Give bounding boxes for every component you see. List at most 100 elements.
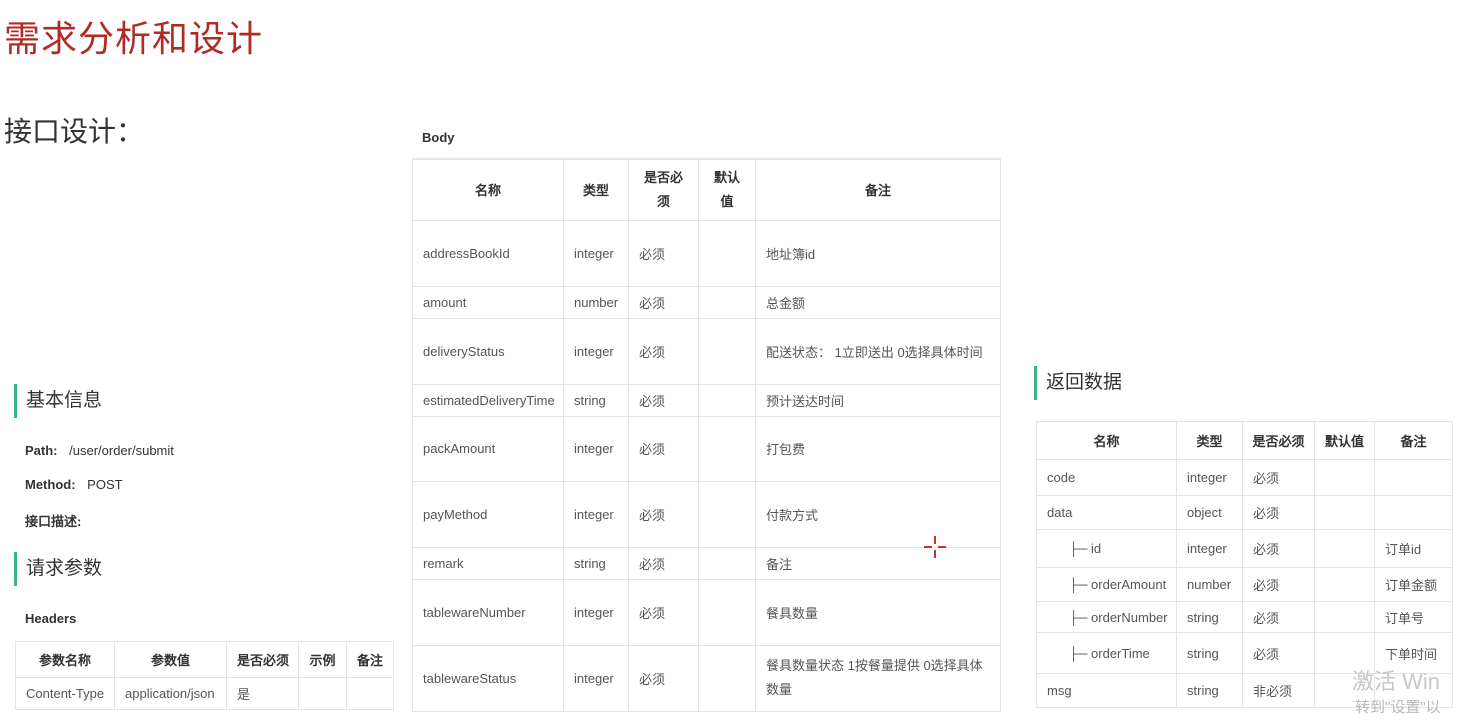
cell: integer (563, 480, 629, 548)
col-header: 参数值 (114, 641, 227, 678)
path-label: Path: (25, 443, 58, 458)
cell: 必须 (1242, 601, 1315, 633)
cell: integer (563, 317, 629, 385)
cell: tablewareNumber (412, 578, 564, 646)
cell: 必须 (1242, 529, 1315, 568)
col-header: 是否必须 (226, 641, 299, 678)
cell (1314, 529, 1375, 568)
table-row: ├─ orderNumber string 必须 订单号 (1036, 601, 1453, 633)
cell: 订单id (1374, 529, 1453, 568)
cell: 餐具数量状态 1按餐量提供 0选择具体数量 (755, 644, 1001, 712)
method-row: Method: POST (25, 477, 123, 492)
cell (698, 383, 756, 417)
cell: 餐具数量 (755, 578, 1001, 646)
cell: 必须 (628, 644, 699, 712)
body-table: 名称 类型 是否必须 默认值 备注 addressBookId integer 必须… (412, 158, 1001, 712)
cell: 必须 (628, 546, 699, 580)
table-row: amount number 必须 总金额 (412, 285, 1001, 319)
cell: 备注 (755, 546, 1001, 580)
cell (1314, 495, 1375, 530)
cell: 必须 (628, 578, 699, 646)
cell: ├─ orderTime (1036, 632, 1177, 674)
cell: amount (412, 285, 564, 319)
cell (1374, 459, 1453, 496)
cell: integer (563, 415, 629, 482)
cell (1314, 567, 1375, 602)
table-row: packAmount integer 必须 打包费 (412, 415, 1001, 482)
cell: string (563, 383, 629, 417)
cell: 预计送达时间 (755, 383, 1001, 417)
cell: 必须 (1242, 632, 1315, 674)
col-header: 名称 (412, 158, 564, 221)
col-header: 是否必须 (628, 158, 699, 221)
cell (698, 578, 756, 646)
table-row: ├─ orderAmount number 必须 订单金额 (1036, 567, 1453, 602)
cell: integer (1176, 459, 1243, 496)
cell: integer (563, 644, 629, 712)
cell (698, 285, 756, 319)
cell: application/json (114, 677, 227, 710)
cell (298, 677, 347, 710)
cell: 付款方式 (755, 480, 1001, 548)
method-value: POST (87, 477, 123, 492)
col-header: 参数名称 (15, 641, 115, 678)
cell (346, 677, 394, 710)
cell: string (563, 546, 629, 580)
method-label: Method: (25, 477, 76, 492)
cell: Content-Type (15, 677, 115, 710)
page-title: 需求分析和设计 (4, 18, 264, 59)
table-row: code integer 必须 (1036, 459, 1453, 496)
col-header: 是否必须 (1242, 421, 1315, 460)
col-header: 默认值 (698, 158, 756, 221)
cell (1314, 601, 1375, 633)
cell (1314, 459, 1375, 496)
cell: ├─ orderAmount (1036, 567, 1177, 602)
cell (698, 317, 756, 385)
col-header: 默认值 (1314, 421, 1375, 460)
cell: 必须 (628, 219, 699, 287)
cell: 是 (226, 677, 299, 710)
cell: estimatedDeliveryTime (412, 383, 564, 417)
cell: object (1176, 495, 1243, 530)
request-params-heading: 请求参数 (14, 552, 102, 586)
headers-label: Headers (25, 611, 77, 626)
path-value: /user/order/submit (69, 443, 174, 458)
cell: ├─ id (1036, 529, 1177, 568)
response-heading: 返回数据 (1034, 366, 1122, 400)
response-table-head: 名称 类型 是否必须 默认值 备注 (1036, 421, 1453, 460)
cell: number (1176, 567, 1243, 602)
col-header: 备注 (346, 641, 394, 678)
col-header: 类型 (1176, 421, 1243, 460)
cell: string (1176, 632, 1243, 674)
cell: 订单号 (1374, 601, 1453, 633)
cell: 必须 (1242, 495, 1315, 530)
cell: number (563, 285, 629, 319)
activation-watermark-sub: 转到"设置"以 (1355, 699, 1441, 716)
table-row: payMethod integer 必须 付款方式 (412, 480, 1001, 548)
table-row: tablewareStatus integer 必须 餐具数量状态 1按餐量提供 0选… (412, 644, 1001, 712)
headers-table-head: 参数名称 参数值 是否必须 示例 备注 (15, 641, 394, 678)
body-table-head: 名称 类型 是否必须 默认值 备注 (412, 158, 1001, 221)
cell: ├─ orderNumber (1036, 601, 1177, 633)
cell (698, 219, 756, 287)
cell: addressBookId (412, 219, 564, 287)
cell: 订单金额 (1374, 567, 1453, 602)
cell: 非必须 (1242, 673, 1315, 708)
cell: tablewareStatus (412, 644, 564, 712)
cell: 地址簿id (755, 219, 1001, 287)
col-header: 示例 (298, 641, 347, 678)
cell: 必须 (628, 480, 699, 548)
cell: packAmount (412, 415, 564, 482)
col-header: 备注 (755, 158, 1001, 221)
activation-watermark: 激活 Win (1352, 669, 1441, 694)
cell: 打包费 (755, 415, 1001, 482)
cell (698, 415, 756, 482)
cell: code (1036, 459, 1177, 496)
table-row: data object 必须 (1036, 495, 1453, 530)
cell (1374, 495, 1453, 530)
path-row: Path: /user/order/submit (25, 443, 174, 458)
table-row: deliveryStatus integer 必须 配送状态： 1立即送出 0选择具体… (412, 317, 1001, 385)
basic-info-heading: 基本信息 (14, 384, 102, 418)
body-label: Body (422, 130, 455, 145)
cell: string (1176, 673, 1243, 708)
